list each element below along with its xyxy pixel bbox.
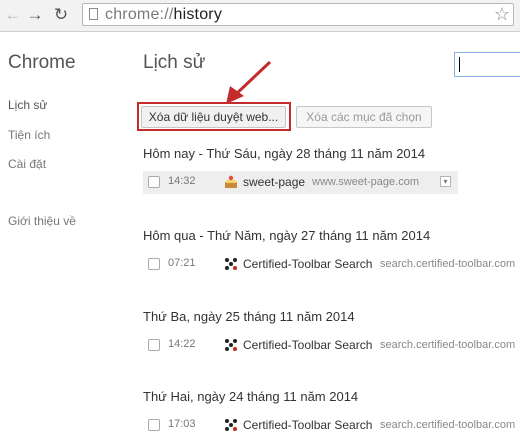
entry-title-link[interactable]: sweet-page	[243, 175, 305, 189]
url-scheme: chrome://	[105, 6, 174, 23]
annotation-arrow-icon	[226, 60, 272, 104]
history-row[interactable]: 14:32 sweet-page www.sweet-page.com ▾	[143, 171, 458, 194]
entry-title-link[interactable]: Certified-Toolbar Search	[243, 338, 372, 352]
reload-icon[interactable]: ↻	[52, 6, 70, 24]
entry-checkbox[interactable]	[148, 176, 160, 188]
url-path: history	[173, 6, 223, 23]
certified-toolbar-favicon-icon	[225, 339, 237, 351]
entry-title-link[interactable]: Certified-Toolbar Search	[243, 418, 372, 432]
entry-checkbox[interactable]	[148, 258, 160, 270]
entry-title-link[interactable]: Certified-Toolbar Search	[243, 257, 372, 271]
remove-selected-button[interactable]: Xóa các mục đã chọn	[296, 106, 432, 128]
back-icon[interactable]: ←	[4, 6, 22, 24]
history-row[interactable]: 07:21 Certified-Toolbar Search search.ce…	[143, 253, 520, 276]
day-heading: Hôm qua - Thứ Năm, ngày 27 tháng 11 năm …	[143, 228, 431, 243]
sidebar-item-extensions[interactable]: Tiện ích	[8, 128, 50, 142]
entry-domain: www.sweet-page.com	[312, 176, 419, 188]
page-icon	[89, 8, 98, 20]
entry-checkbox[interactable]	[148, 419, 160, 431]
forward-icon[interactable]: →	[26, 6, 44, 24]
page-title: Lịch sử	[143, 52, 206, 73]
entry-domain: search.certified-toolbar.com	[380, 258, 516, 270]
entry-domain: search.certified-toolbar.com	[380, 339, 516, 351]
entry-time: 14:22	[168, 338, 196, 350]
certified-toolbar-favicon-icon	[225, 419, 237, 431]
sidebar-item-history[interactable]: Lịch sử	[8, 98, 47, 112]
url-text: chrome://history	[105, 6, 222, 24]
entry-time: 07:21	[168, 257, 196, 269]
day-heading: Thứ Hai, ngày 24 tháng 11 năm 2014	[143, 389, 359, 404]
address-bar[interactable]: chrome://history ☆	[82, 3, 514, 26]
entry-time: 14:32	[168, 175, 196, 187]
day-heading: Hôm nay - Thứ Sáu, ngày 28 tháng 11 năm …	[143, 146, 426, 161]
sidebar-title: Chrome	[8, 52, 76, 73]
sweet-page-favicon-icon	[225, 175, 237, 188]
entry-time: 17:03	[168, 418, 196, 430]
sidebar-item-about[interactable]: Giới thiệu về	[8, 214, 76, 228]
entry-menu-chevron-down-icon[interactable]: ▾	[440, 176, 451, 187]
entry-domain: search.certified-toolbar.com	[380, 419, 516, 431]
search-input[interactable]	[454, 52, 520, 77]
history-row[interactable]: 17:03 Certified-Toolbar Search search.ce…	[143, 414, 520, 437]
certified-toolbar-favicon-icon	[225, 258, 237, 270]
entry-checkbox[interactable]	[148, 339, 160, 351]
sidebar-item-settings[interactable]: Cài đặt	[8, 157, 46, 171]
highlight-box	[137, 102, 291, 131]
browser-toolbar: ← → ↻ chrome://history ☆	[0, 0, 520, 32]
bookmark-star-icon[interactable]: ☆	[494, 4, 510, 25]
history-row[interactable]: 14:22 Certified-Toolbar Search search.ce…	[143, 334, 520, 357]
day-heading: Thứ Ba, ngày 25 tháng 11 năm 2014	[143, 309, 355, 324]
